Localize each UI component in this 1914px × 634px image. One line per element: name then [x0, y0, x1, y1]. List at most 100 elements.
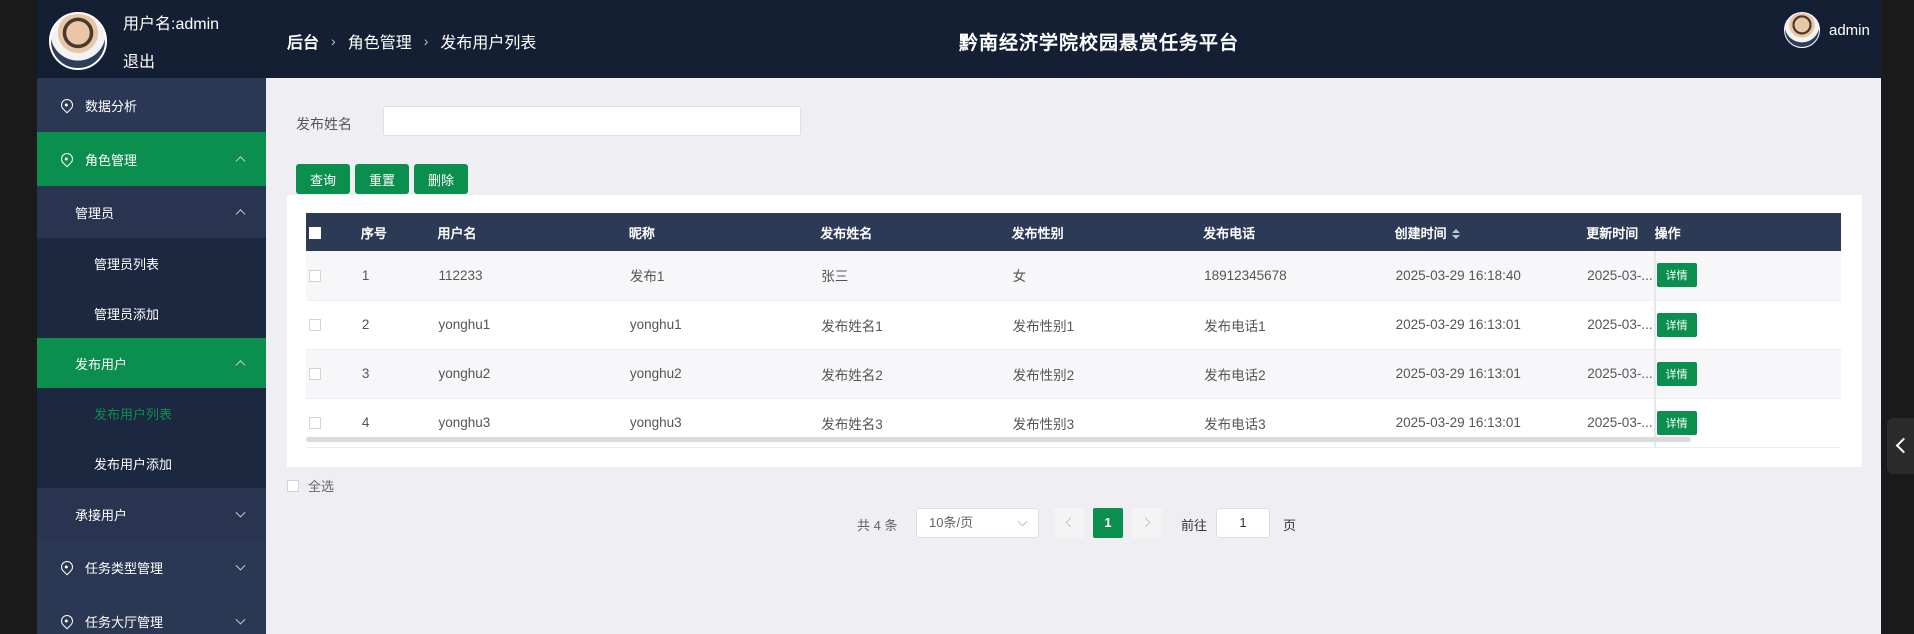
cell-gender: 发布性别1 [1012, 318, 1075, 334]
sidebar-item-role-management[interactable]: 角色管理 [37, 132, 266, 186]
search-label: 发布姓名 [296, 116, 352, 132]
page-size-select[interactable]: 10条/页 [916, 508, 1039, 538]
select-all-checkbox[interactable] [287, 479, 299, 492]
sidebar-item-data-analysis[interactable]: 数据分析 [37, 78, 266, 132]
sidebar-item-label: 管理员添加 [94, 306, 160, 322]
sidebar-item-publisher-list[interactable]: 发布用户列表 [37, 388, 266, 438]
header-username[interactable]: admin [1829, 22, 1870, 39]
location-icon [58, 96, 76, 114]
sidebar-item-label: 承接用户 [75, 507, 128, 523]
publisher-table: 序号 用户名 昵称 发布姓名 发布性别 发布电话 创建时间 更新时间 操作 1 [306, 213, 1841, 448]
sidebar-item-publisher-add[interactable]: 发布用户添加 [37, 438, 266, 488]
sidebar-item-label: 任务类型管理 [85, 560, 164, 576]
breadcrumb-separator-icon: › [423, 33, 429, 49]
sidebar-item-contractor[interactable]: 承接用户 [37, 488, 266, 540]
cell-gender: 发布性别2 [1012, 367, 1075, 383]
next-page-button[interactable] [1132, 508, 1162, 538]
logout-link[interactable]: 退出 [123, 48, 155, 72]
col-header-username: 用户名 [437, 225, 477, 241]
sidebar-item-task-type[interactable]: 任务类型管理 [37, 540, 266, 594]
table-row: 2 yonghu1 yonghu1 发布姓名1 发布性别1 发布电话1 2025… [306, 300, 1841, 349]
table-row: 1 112233 发布1 张三 女 18912345678 2025-03-29… [306, 251, 1841, 300]
site-title: 黔南经济学院校园悬赏任务平台 [959, 33, 1240, 54]
query-button[interactable]: 查询 [296, 164, 351, 194]
breadcrumb-current: 发布用户列表 [440, 35, 537, 52]
row-checkbox[interactable] [309, 368, 321, 381]
table-panel: 序号 用户名 昵称 发布姓名 发布性别 发布电话 创建时间 更新时间 操作 1 [287, 195, 1862, 467]
select-all[interactable]: 全选 [287, 476, 334, 495]
username-label: 用户名:admin [123, 16, 220, 33]
cell-nickname: yonghu2 [629, 366, 682, 381]
delete-button[interactable]: 删除 [414, 164, 469, 194]
row-checkbox[interactable] [309, 319, 321, 332]
col-header-nickname: 昵称 [628, 225, 655, 241]
sidebar-item-admin-add[interactable]: 管理员添加 [37, 288, 266, 338]
detail-button[interactable]: 详情 [1656, 312, 1697, 337]
sidebar-item-admin[interactable]: 管理员 [37, 186, 266, 238]
sidebar-item-admin-list[interactable]: 管理员列表 [37, 238, 266, 288]
sidebar-item-label: 任务大厅管理 [85, 614, 164, 630]
cell-no: 2 [361, 317, 370, 332]
sidebar-item-label: 管理员列表 [94, 256, 160, 272]
chevron-down-icon [1017, 516, 1028, 527]
goto-page-input[interactable]: 1 [1216, 508, 1270, 538]
chevron-down-icon [235, 614, 246, 625]
cell-created: 2025-03-29 16:13:01 [1395, 317, 1521, 332]
row-checkbox[interactable] [309, 417, 321, 430]
cell-updated: 2025-03-... [1587, 317, 1653, 332]
breadcrumb-role[interactable]: 角色管理 [348, 29, 412, 53]
cell-gender: 女 [1012, 269, 1027, 285]
breadcrumb: 后台 › 角色管理 › 发布用户列表 [287, 29, 536, 53]
breadcrumb-home[interactable]: 后台 [287, 29, 319, 53]
cell-name: 发布姓名2 [821, 367, 883, 383]
user-avatar [49, 12, 107, 70]
chevron-down-icon [235, 560, 246, 571]
detail-button[interactable]: 详情 [1656, 263, 1697, 288]
cell-username: 112233 [438, 267, 483, 283]
sidebar-item-label: 角色管理 [85, 152, 138, 168]
collapse-panel-tab[interactable] [1887, 418, 1914, 474]
header-checkbox[interactable] [309, 227, 321, 240]
sidebar-item-task-hall[interactable]: 任务大厅管理 [37, 594, 266, 634]
sidebar-item-label: 发布用户列表 [94, 406, 173, 422]
header-avatar[interactable] [1784, 12, 1820, 48]
chevron-down-icon [235, 507, 246, 518]
detail-button[interactable]: 详情 [1656, 410, 1697, 435]
cell-phone: 18912345678 [1204, 267, 1287, 283]
sort-icon[interactable] [1451, 229, 1460, 240]
cell-username: yonghu1 [438, 317, 491, 332]
location-icon [58, 150, 76, 168]
table-header-row: 序号 用户名 昵称 发布姓名 发布性别 发布电话 创建时间 更新时间 操作 [306, 213, 1841, 251]
prev-page-button[interactable] [1054, 508, 1084, 538]
chevron-up-icon [235, 156, 246, 167]
col-header-updated: 更新时间 [1586, 225, 1639, 241]
cell-phone: 发布电话1 [1204, 318, 1266, 334]
chevron-up-icon [235, 209, 246, 220]
select-all-label: 全选 [308, 479, 335, 494]
cell-phone: 发布电话2 [1204, 367, 1266, 383]
detail-button[interactable]: 详情 [1656, 361, 1697, 386]
page-size-value: 10条/页 [929, 515, 974, 530]
page-suffix-label: 页 [1283, 518, 1297, 533]
cell-name: 发布姓名1 [821, 318, 883, 334]
app-window: 用户名:admin 退出 后台 › 角色管理 › 发布用户列表 黔南经济学院校园… [37, 0, 1881, 634]
sidebar-item-label: 管理员 [75, 205, 115, 221]
cell-username: yonghu2 [438, 366, 491, 381]
pagination-total: 共 4 条 [857, 518, 898, 533]
sidebar-item-label: 数据分析 [85, 98, 138, 114]
page-number-current[interactable]: 1 [1093, 508, 1123, 538]
cell-nickname: yonghu1 [629, 317, 682, 332]
col-header-phone: 发布电话 [1203, 225, 1256, 241]
reset-button[interactable]: 重置 [355, 164, 410, 194]
col-header-gender: 发布性别 [1011, 225, 1064, 241]
cell-created: 2025-03-29 16:13:01 [1395, 366, 1521, 381]
location-icon [58, 612, 76, 630]
col-header-no: 序号 [360, 225, 387, 241]
col-header-created[interactable]: 创建时间 [1395, 213, 1587, 251]
chevron-up-icon [235, 360, 246, 371]
sidebar-item-publisher[interactable]: 发布用户 [37, 338, 266, 388]
cell-created: 2025-03-29 16:18:40 [1395, 267, 1521, 283]
row-checkbox[interactable] [309, 270, 321, 283]
horizontal-scrollbar[interactable] [306, 437, 1691, 442]
search-input[interactable] [383, 106, 801, 136]
